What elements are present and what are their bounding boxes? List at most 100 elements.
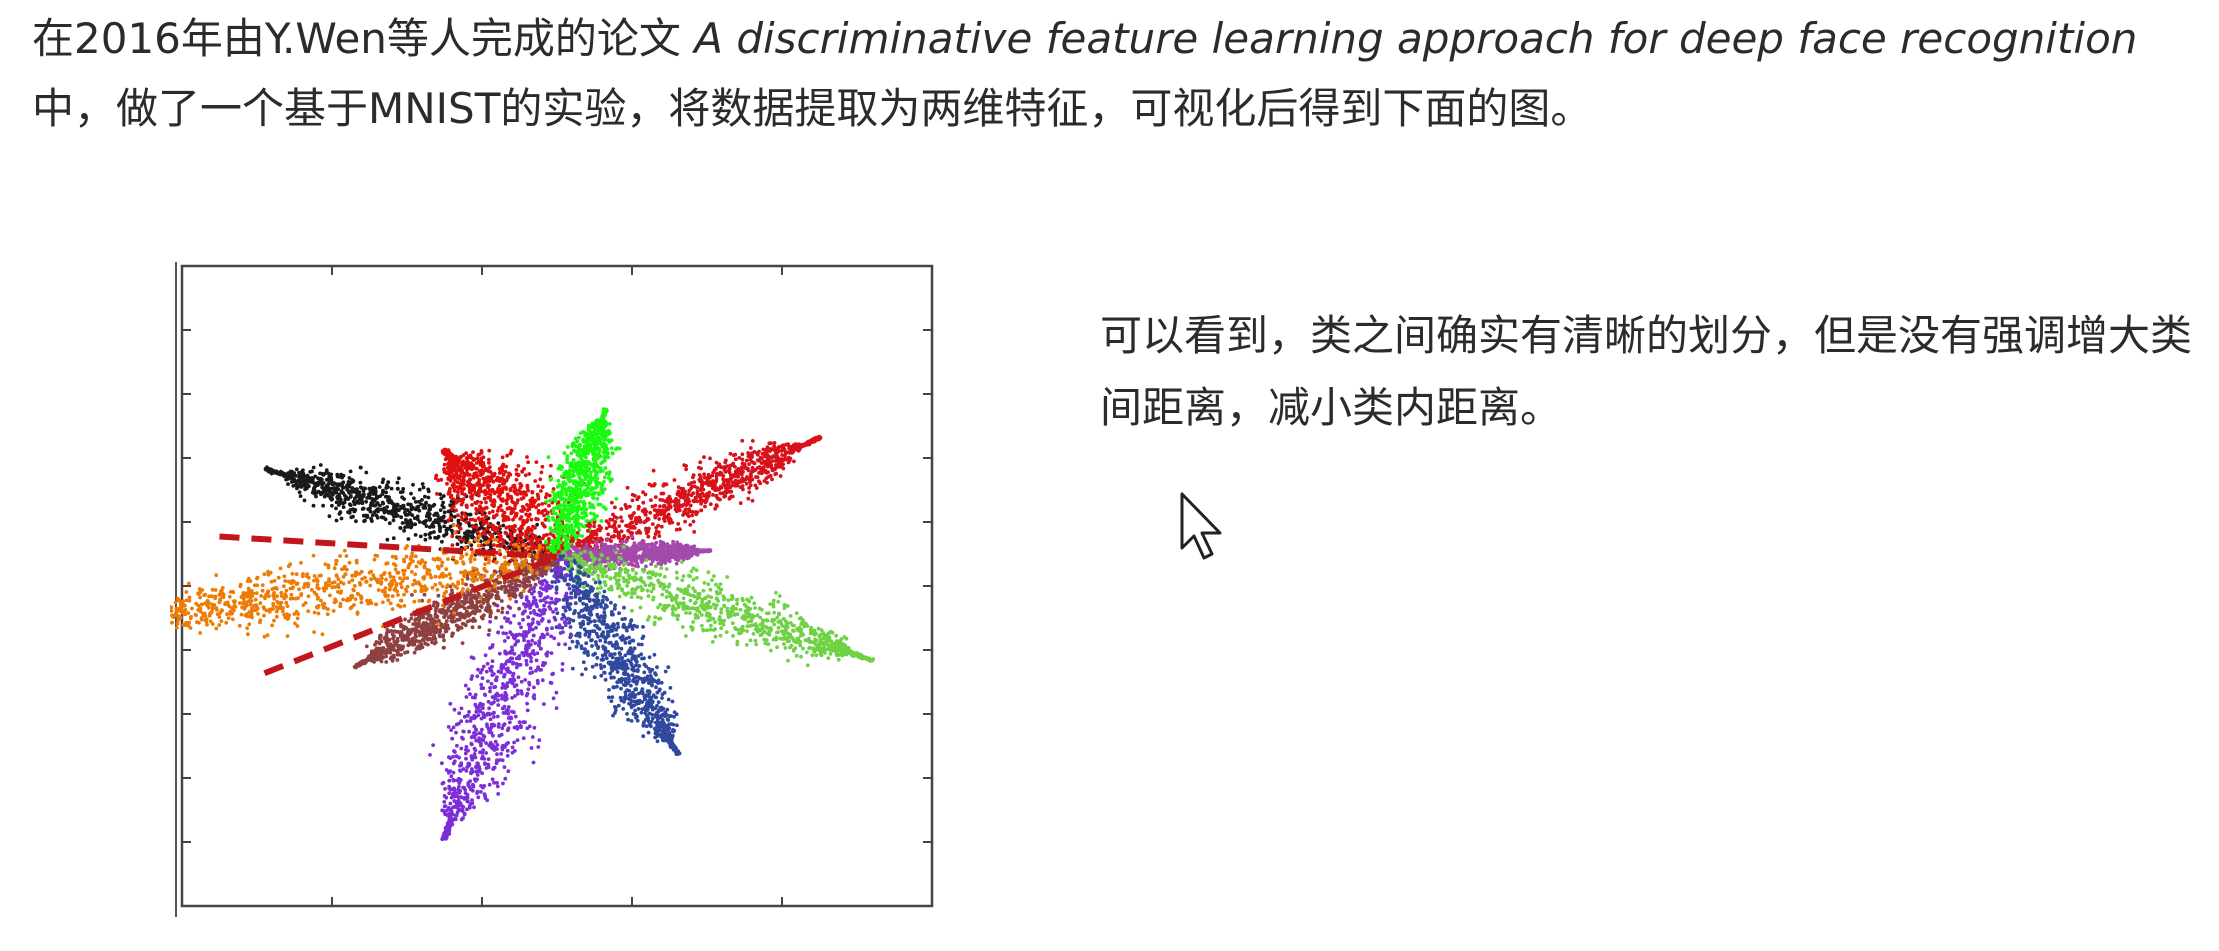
point [314,494,318,499]
point [643,492,648,497]
point [528,498,533,503]
point [519,497,524,501]
point [412,496,416,501]
point [758,481,763,486]
point [465,463,470,467]
point [597,430,602,434]
point [558,521,563,526]
point [628,525,633,530]
point [684,467,688,472]
point [692,480,697,484]
point [592,524,596,529]
point [692,484,697,489]
point [742,602,747,607]
point [755,452,760,457]
point [578,443,582,448]
point [816,437,821,442]
point [468,455,473,460]
point [667,494,672,499]
point [439,516,444,520]
point [574,486,578,491]
point [370,513,375,518]
point [399,505,403,509]
point [713,506,718,511]
point [628,522,633,526]
point [607,524,612,529]
point [298,494,303,498]
point [369,516,373,521]
point [340,501,345,505]
point [661,551,666,556]
point [584,438,589,442]
point [366,492,371,497]
point [783,646,788,650]
point [605,471,609,476]
point [569,539,573,544]
point [381,477,386,482]
point [507,471,511,476]
point [629,514,634,519]
point [714,477,719,482]
point [564,492,569,497]
point [587,491,591,495]
point [579,551,583,555]
point [441,505,446,510]
point [698,497,703,502]
point [683,519,687,524]
point [761,447,766,452]
point [740,484,745,488]
point [585,432,590,436]
point [590,463,595,468]
point [311,465,316,470]
point [805,441,810,445]
point [644,558,649,562]
point [681,547,686,552]
point [556,491,561,495]
point [686,514,691,519]
point [391,502,396,507]
point [469,484,474,489]
point [454,472,459,477]
point [672,543,677,547]
point [470,496,474,501]
point [487,461,491,465]
point [292,471,297,475]
point [595,496,600,501]
point [603,466,608,470]
point [384,509,389,514]
point [614,497,619,501]
point [594,543,599,548]
point [629,560,634,565]
point [373,487,378,492]
point [744,643,749,647]
point [504,487,509,491]
point [468,517,473,522]
point [618,549,623,554]
point [628,530,633,535]
point [617,555,622,560]
point [471,524,475,529]
point [497,471,502,475]
point [780,447,785,452]
point [644,564,648,569]
point [454,508,458,513]
point [475,530,480,534]
point [591,438,595,443]
point [650,522,655,526]
point [740,438,745,443]
point [457,537,462,542]
intro-text-before: 在2016年由Y.Wen等人完成的论文 [32,14,695,63]
point [581,506,586,510]
point [680,560,684,564]
point [573,436,578,441]
point [704,499,709,503]
point [574,520,579,524]
point [348,508,353,512]
point [646,534,651,539]
point [433,518,438,523]
point [699,485,704,489]
point [551,510,556,515]
point [606,455,611,460]
point [456,490,460,495]
point [515,492,520,497]
